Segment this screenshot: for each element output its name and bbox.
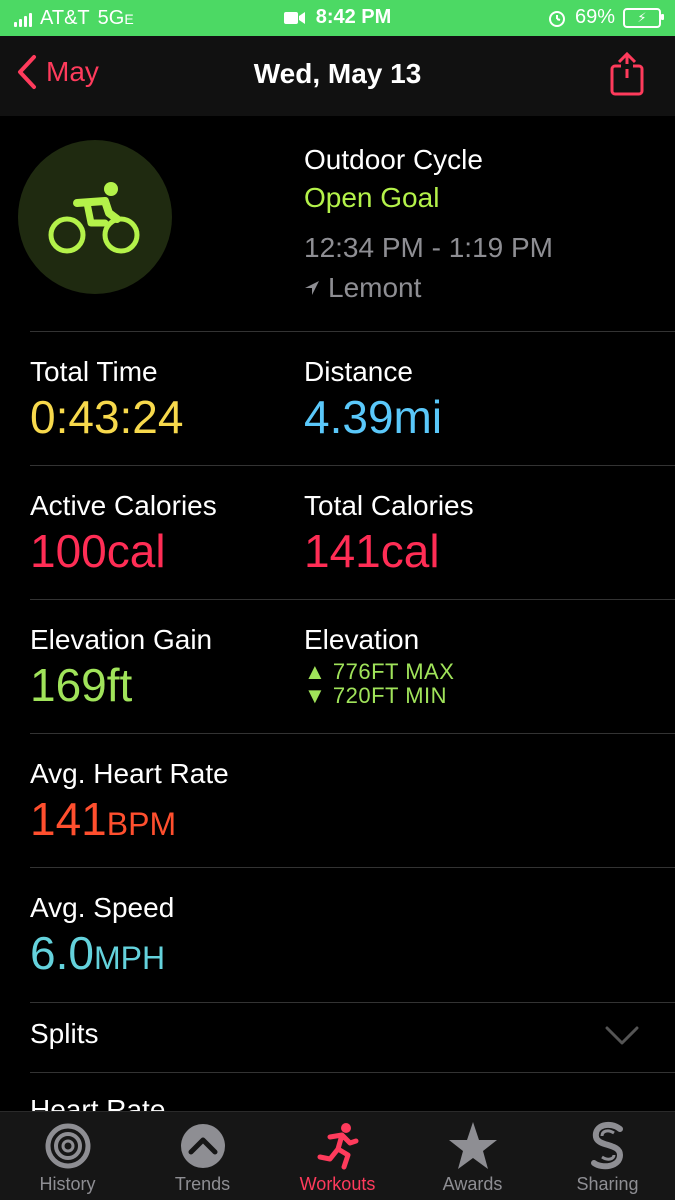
- divider: [30, 465, 675, 466]
- star-award-icon: [448, 1122, 497, 1169]
- tab-sharing[interactable]: Sharing: [540, 1118, 675, 1195]
- elevation-min: ▼ 720FT MIN: [304, 683, 448, 708]
- metric-value: 100cal: [30, 525, 166, 577]
- running-figure-icon: [317, 1123, 358, 1170]
- tab-trends[interactable]: Trends: [135, 1118, 270, 1195]
- divider: [30, 599, 675, 600]
- metric-label: Elevation Gain: [30, 624, 213, 655]
- battery-charging-icon: ⚡: [623, 7, 664, 28]
- metric-value: 4.39mi: [304, 391, 443, 443]
- metric-elevation: Elevation ▲ 776FT MAX ▼ 720FT MIN: [304, 624, 454, 708]
- metric-total-time: Total Time 0:43:24: [30, 356, 183, 444]
- metric-label: Active Calories: [30, 490, 217, 521]
- workout-time-range: 12:34 PM - 1:19 PM: [304, 232, 554, 263]
- share-icon: [610, 51, 644, 96]
- clock-time: 8:42 PM: [315, 6, 392, 28]
- alarm-icon: [548, 10, 565, 27]
- metric-avg-heart-rate: Avg. Heart Rate 141BPM: [30, 758, 229, 846]
- metric-label: Total Time: [30, 356, 158, 387]
- history-rings-icon: [45, 1123, 90, 1169]
- metric-avg-speed: Avg. Speed 6.0MPH: [30, 892, 174, 980]
- metric-label: Elevation: [304, 624, 420, 655]
- divider: [30, 733, 675, 734]
- workout-goal: Open Goal: [304, 182, 440, 213]
- metric-total-calories: Total Calories 141cal: [304, 490, 474, 578]
- navigation-bar: May Wed, May 13: [0, 36, 675, 116]
- divider: [30, 1002, 675, 1003]
- workout-summary: Outdoor Cycle Open Goal 12:34 PM - 1:19 …: [304, 144, 553, 304]
- metric-active-calories: Active Calories 100cal: [30, 490, 217, 578]
- divider: [30, 867, 675, 868]
- tab-label: Trends: [174, 1174, 231, 1194]
- splits-row[interactable]: Splits: [30, 1018, 98, 1050]
- metric-elevation-gain: Elevation Gain 169ft: [30, 624, 212, 712]
- metric-distance: Distance 4.39mi: [304, 356, 442, 444]
- status-bar: AT&T 5GE 8:42 PM 69% ⚡: [0, 0, 675, 36]
- metric-label: Avg. Heart Rate: [30, 758, 229, 789]
- tab-label: Sharing: [576, 1174, 639, 1194]
- tab-label: Awards: [442, 1174, 503, 1194]
- battery-percent: 69%: [574, 6, 615, 28]
- tab-bar: History Trends Workouts Awards Sharing: [0, 1111, 675, 1200]
- tab-awards[interactable]: Awards: [405, 1118, 540, 1195]
- metric-value: 141BPM: [30, 793, 177, 845]
- tab-workouts[interactable]: Workouts: [270, 1118, 405, 1195]
- tab-label: History: [39, 1174, 96, 1194]
- metric-value: 169ft: [30, 659, 133, 711]
- workout-type: Outdoor Cycle: [304, 144, 483, 175]
- share-button[interactable]: [609, 51, 645, 101]
- location-arrow-icon: [305, 281, 319, 295]
- metric-label: Distance: [304, 356, 413, 387]
- divider: [30, 1072, 675, 1073]
- tab-history[interactable]: History: [0, 1118, 135, 1195]
- cycling-icon: [48, 182, 140, 254]
- metric-value: 6.0MPH: [30, 927, 166, 979]
- chevron-down-icon[interactable]: [605, 1026, 639, 1046]
- metric-label: Avg. Speed: [30, 892, 175, 923]
- divider: [30, 331, 675, 332]
- metric-value: 0:43:24: [30, 391, 184, 443]
- sharing-s-icon: [590, 1121, 623, 1170]
- trends-chevron-icon: [180, 1124, 225, 1168]
- elevation-max: ▲ 776FT MAX: [304, 659, 455, 684]
- video-camera-icon: [283, 11, 305, 24]
- tab-label: Workouts: [299, 1174, 376, 1194]
- cycling-workout-badge: [18, 140, 172, 294]
- page-title: Wed, May 13: [253, 58, 422, 89]
- workout-location: Lemont: [304, 272, 553, 304]
- metric-label: Total Calories: [304, 490, 474, 521]
- metric-value: 141cal: [304, 525, 440, 577]
